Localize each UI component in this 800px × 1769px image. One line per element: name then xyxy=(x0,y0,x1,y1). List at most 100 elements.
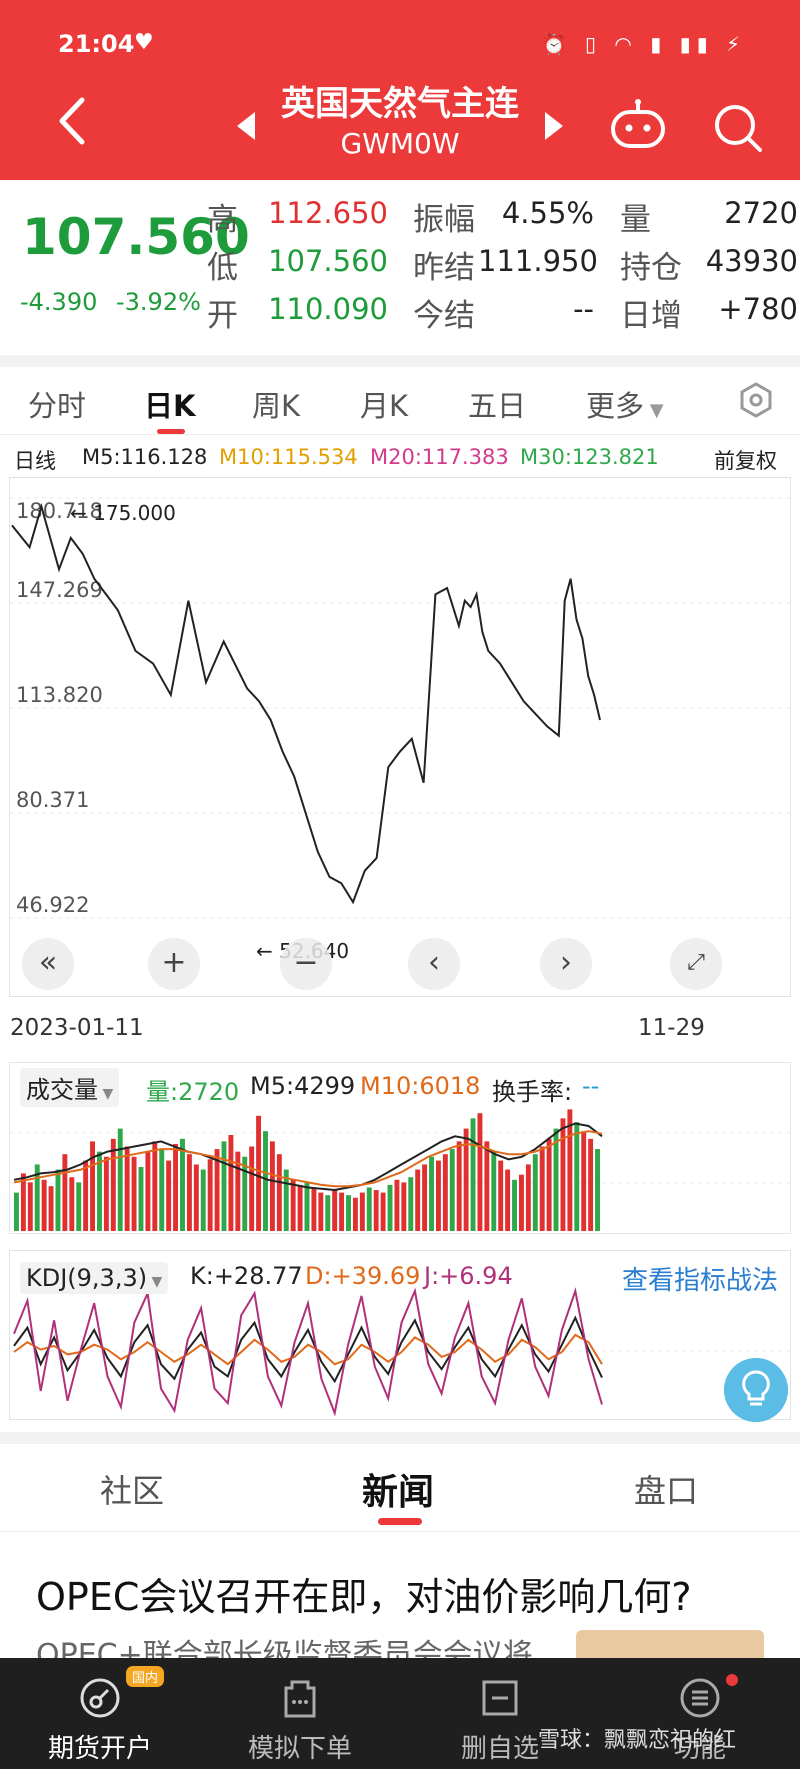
tab-news[interactable]: 新闻 xyxy=(362,1463,434,1515)
daily-change-value: +780 xyxy=(718,292,798,326)
nav-label: 期货开户 xyxy=(47,1734,152,1764)
nav-futures-account[interactable]: 国内 期货开户 xyxy=(20,1658,180,1769)
kdj-d-value: D:+39.69 xyxy=(305,1262,421,1290)
news-headline[interactable]: OPEC会议召开在即，对油价影响几何? xyxy=(36,1566,692,1621)
volume-current: 量:2720 xyxy=(146,1078,240,1106)
simulate-icon xyxy=(284,1680,316,1718)
tab-more-label: 更多 xyxy=(586,389,645,423)
volume-bar xyxy=(595,1149,600,1231)
quote-panel: 107.560 -4.390 -3.92% 高 112.650 低 107.56… xyxy=(0,180,800,355)
tab-monthly-k[interactable]: 月K xyxy=(360,383,408,425)
watermark: 雪球：飘飘恋祀的红 xyxy=(538,1728,737,1753)
volume-bar xyxy=(290,1179,296,1231)
open-value: 110.090 xyxy=(268,292,388,326)
tab-intraday[interactable]: 分时 xyxy=(28,383,86,425)
volume-bar xyxy=(539,1146,545,1231)
volume-bar xyxy=(90,1141,96,1231)
tab-orderbook[interactable]: 盘口 xyxy=(634,1466,698,1512)
ma5-value: M5:116.128 xyxy=(82,445,208,469)
title-block: 英国天然气主连 GWM0W xyxy=(250,82,550,162)
max-price-annotation: ← 175.000 xyxy=(70,501,176,525)
volume-bar xyxy=(588,1138,594,1231)
volume-m10: M10:6018 xyxy=(360,1072,481,1100)
tab-more[interactable]: 更多 ▼ xyxy=(586,383,664,425)
volume-bar xyxy=(117,1128,123,1231)
volume-bar xyxy=(532,1154,538,1231)
y-tick-label: 46.922 xyxy=(16,893,89,917)
active-tab-indicator xyxy=(378,1518,422,1525)
volume-bar xyxy=(55,1169,61,1231)
zoom-in-button[interactable]: + xyxy=(148,938,200,990)
volume-bar xyxy=(518,1174,524,1231)
turnover-label: 换手率: xyxy=(492,1078,573,1106)
account-icon xyxy=(80,1678,120,1718)
volume-bar xyxy=(69,1177,75,1231)
volume-bar xyxy=(20,1173,26,1231)
info-tabs: 社区 新闻 盘口 xyxy=(0,1444,800,1532)
daily-change-label: 日增 xyxy=(620,298,682,334)
tab-community[interactable]: 社区 xyxy=(100,1466,164,1512)
volume-bar xyxy=(470,1118,476,1231)
x-end-date: 11-29 xyxy=(638,1015,705,1041)
high-value: 112.650 xyxy=(268,196,388,230)
price-chart[interactable]: 180.718 147.269 113.820 80.371 46.922 ← 175.0… xyxy=(9,477,792,997)
volume-bar xyxy=(41,1179,47,1231)
volume-bar xyxy=(456,1141,462,1231)
volume-bar xyxy=(567,1109,573,1231)
ma-legend: 日线 M5:116.128 M10:115.534 M20:117.383 M3… xyxy=(0,445,800,475)
volume-bar xyxy=(263,1131,268,1231)
volume-bar xyxy=(145,1151,151,1231)
lightbulb-icon[interactable] xyxy=(724,1358,788,1422)
heart-icon: ♥ xyxy=(134,30,154,55)
indicator-strategy-link[interactable]: 查看指标战法 xyxy=(622,1260,778,1297)
volume-bar xyxy=(256,1115,262,1231)
next-contract-button[interactable] xyxy=(545,112,563,140)
tab-daily-k[interactable]: 日K xyxy=(144,383,195,425)
high-label: 高 xyxy=(207,202,238,238)
kdj-indicator-select[interactable]: KDJ(9,3,3) ▼ xyxy=(20,1262,169,1294)
y-tick-label: 113.820 xyxy=(16,683,103,707)
volume-bar xyxy=(76,1182,82,1231)
adjust-mode[interactable]: 前复权 xyxy=(714,445,777,475)
divider xyxy=(0,1432,800,1444)
contract-code: GWM0W xyxy=(340,127,460,160)
volume-bar xyxy=(131,1156,137,1231)
search-icon[interactable] xyxy=(712,102,764,154)
amplitude-value: 4.55% xyxy=(501,196,594,230)
scroll-left-button[interactable]: ‹ xyxy=(408,938,460,990)
volume-bar xyxy=(352,1197,358,1231)
tab-five-day[interactable]: 五日 xyxy=(468,383,526,425)
volume-bar xyxy=(221,1141,227,1231)
volume-bar xyxy=(442,1154,448,1231)
bottom-nav: 国内 期货开户 模拟下单 删自选 功能 雪球：飘飘恋祀的红 xyxy=(0,1658,800,1769)
volume-bar xyxy=(110,1138,116,1231)
volume-bar xyxy=(387,1184,393,1231)
robot-icon[interactable] xyxy=(608,98,668,150)
volume-bar xyxy=(546,1138,552,1231)
volume-bar xyxy=(193,1164,199,1231)
rewind-button[interactable]: « xyxy=(22,938,74,990)
settings-icon[interactable] xyxy=(738,382,774,418)
ma10-value: M10:115.534 xyxy=(219,445,358,469)
volume-bar xyxy=(27,1182,33,1231)
nav-simulate-order[interactable]: 模拟下单 xyxy=(220,1658,380,1769)
back-button[interactable] xyxy=(52,96,92,146)
volume-bar xyxy=(14,1192,19,1231)
fullscreen-icon[interactable]: ⤢ xyxy=(670,938,722,990)
volume-indicator-select[interactable]: 成交量 ▼ xyxy=(20,1068,120,1107)
volume-label: 量 xyxy=(620,202,651,238)
volume-bar xyxy=(249,1146,255,1231)
status-icons: ⏰ ▯ ◠ ▮ ▮▮ ⚡ xyxy=(541,32,746,56)
volume-bar xyxy=(269,1141,275,1231)
volume-bar xyxy=(339,1192,345,1231)
scroll-right-button[interactable]: › xyxy=(540,938,592,990)
zoom-out-button[interactable]: − xyxy=(280,938,332,990)
tab-weekly-k[interactable]: 周K xyxy=(252,383,300,425)
settle-value: -- xyxy=(573,292,594,326)
volume-bar xyxy=(574,1122,580,1231)
volume-bar xyxy=(401,1182,407,1231)
volume-bar xyxy=(422,1164,428,1231)
prev-settle-value: 111.950 xyxy=(478,244,598,278)
volume-bar xyxy=(373,1190,379,1231)
volume-bar xyxy=(48,1186,54,1231)
